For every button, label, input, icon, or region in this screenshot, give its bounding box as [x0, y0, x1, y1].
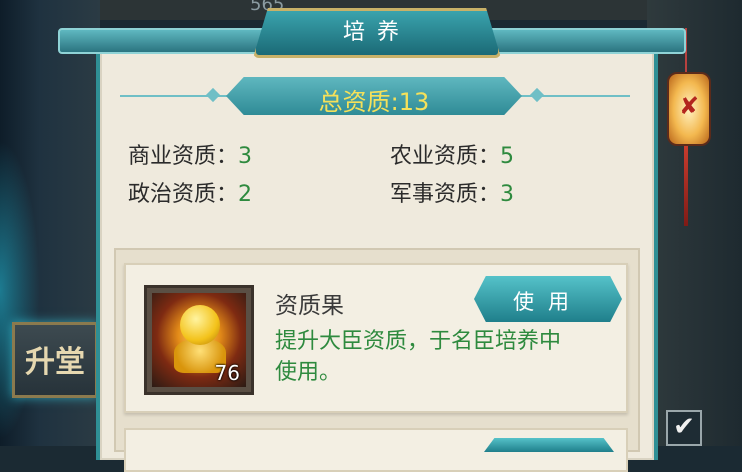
lantern-tassel: [684, 146, 688, 226]
stat-military: 军事资质：3: [390, 176, 514, 208]
stat-label: 商业资质：: [128, 144, 239, 169]
stat-agriculture: 农业资质：5: [390, 138, 514, 170]
fruit-item-icon: 76: [144, 285, 254, 395]
lantern-icon: ✘: [667, 72, 711, 146]
stat-politics: 政治资质：2: [128, 176, 252, 208]
item-count: 76: [214, 361, 240, 385]
stat-value: 3: [238, 144, 253, 169]
total-aptitude-label: 总资质: [318, 88, 391, 116]
upgrade-badge-button[interactable]: 升堂: [12, 322, 98, 398]
item-description: 提升大臣资质，于名臣培养中使用。: [275, 329, 562, 385]
stat-value: 5: [500, 144, 515, 169]
total-aptitude: 总资质:13: [226, 82, 522, 117]
stat-value: 3: [500, 182, 515, 207]
item-icon-image: 76: [152, 293, 246, 387]
stat-label: 政治资质：: [128, 182, 239, 207]
stat-value: 2: [238, 182, 253, 207]
use-button[interactable]: [484, 438, 614, 452]
stat-label: 军事资质：: [390, 182, 501, 207]
use-button-label[interactable]: 使用: [474, 286, 622, 316]
total-aptitude-separator: :: [390, 88, 399, 116]
stat-commerce: 商业资质：3: [128, 138, 252, 170]
stat-label: 农业资质：: [390, 144, 501, 169]
upgrade-badge-label: 升堂: [25, 345, 85, 380]
fruit-head-shape: [180, 305, 220, 345]
background-right-scene: [647, 0, 742, 446]
panel-title: 培养: [342, 20, 411, 45]
checkbox-icon[interactable]: ✔: [666, 410, 702, 446]
item-name: 资质果: [275, 293, 344, 319]
total-aptitude-value: 13: [398, 88, 430, 116]
